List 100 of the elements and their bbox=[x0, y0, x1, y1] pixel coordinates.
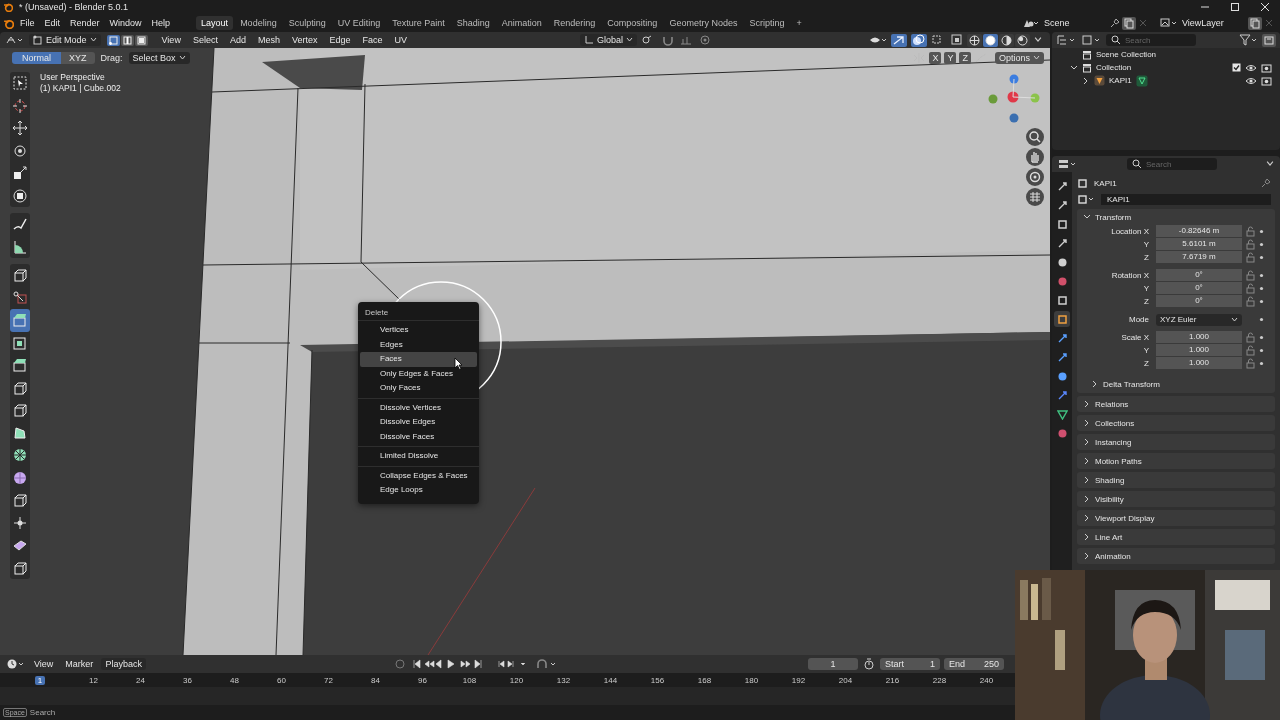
chevron-icon[interactable] bbox=[1083, 457, 1091, 465]
tree-item[interactable]: Collection bbox=[1096, 63, 1132, 72]
keyframe-dot-icon[interactable] bbox=[1259, 317, 1264, 322]
playhead[interactable]: 1 bbox=[35, 675, 45, 685]
panel-title[interactable]: Viewport Display bbox=[1095, 513, 1155, 523]
axis-toggle[interactable]: Y bbox=[944, 52, 957, 64]
menu-item[interactable]: Dissolve Edges bbox=[360, 415, 477, 430]
menu-item[interactable]: Help bbox=[147, 16, 175, 30]
caret-icon[interactable] bbox=[1034, 36, 1042, 44]
menu-item[interactable]: File bbox=[16, 16, 39, 30]
extrude-icon[interactable] bbox=[10, 309, 30, 332]
header-menu[interactable]: Marker bbox=[61, 658, 98, 670]
pin-icon[interactable] bbox=[1261, 178, 1271, 188]
axis-toggle[interactable]: Z bbox=[959, 52, 971, 64]
maximize-icon[interactable] bbox=[1230, 2, 1240, 12]
workspace-tab[interactable]: Modeling bbox=[235, 16, 282, 30]
workspace-tab[interactable]: Scripting bbox=[744, 16, 790, 30]
axis-toggle[interactable]: X bbox=[929, 52, 942, 64]
current-frame-field[interactable]: 1 bbox=[808, 658, 858, 670]
mesh-data-icon[interactable] bbox=[1135, 74, 1148, 87]
vertex-select-icon[interactable] bbox=[106, 34, 120, 46]
editor-type-icon[interactable] bbox=[1058, 158, 1078, 170]
workspace-tab[interactable]: Shading bbox=[451, 16, 495, 30]
start-frame-field[interactable]: Start 1 bbox=[880, 658, 940, 670]
chevron-icon[interactable] bbox=[1083, 419, 1091, 427]
workspace-tab[interactable]: Geometry Nodes bbox=[664, 16, 743, 30]
lock-icon[interactable] bbox=[1246, 296, 1255, 307]
menu-item[interactable]: Dissolve Vertices bbox=[360, 400, 477, 415]
menu-item[interactable]: Faces bbox=[360, 352, 477, 367]
filter-icon[interactable] bbox=[1239, 34, 1259, 46]
workspace-tab[interactable]: Texture Paint bbox=[387, 16, 450, 30]
stopwatch-icon[interactable] bbox=[862, 658, 876, 670]
chevron-icon[interactable] bbox=[1083, 514, 1091, 522]
lock-icon[interactable] bbox=[1246, 252, 1255, 263]
tree-item[interactable]: KAPI1 bbox=[1109, 76, 1132, 85]
caret-icon[interactable] bbox=[1266, 160, 1274, 168]
lock-icon[interactable] bbox=[1246, 226, 1255, 237]
menu-item[interactable]: Only Faces bbox=[360, 381, 477, 396]
mode-dropdown[interactable]: Edit Mode bbox=[29, 34, 101, 46]
lock-icon[interactable] bbox=[1246, 358, 1255, 369]
header-menu[interactable]: Face bbox=[358, 34, 387, 46]
panel-title[interactable]: Transform bbox=[1095, 212, 1132, 222]
orientation-dropdown[interactable]: Global bbox=[580, 34, 637, 46]
panel-title[interactable]: Visibility bbox=[1095, 494, 1124, 504]
menu-item[interactable]: Edge Loops bbox=[360, 483, 477, 498]
wire-sphere-icon[interactable] bbox=[967, 33, 982, 47]
lock-icon[interactable] bbox=[1246, 345, 1255, 356]
header-menu[interactable]: Playback bbox=[101, 658, 146, 670]
keyframe-dot-icon[interactable] bbox=[1259, 242, 1264, 247]
eye-icon[interactable] bbox=[1245, 62, 1257, 73]
panel-title[interactable]: Relations bbox=[1095, 399, 1129, 409]
lock-icon[interactable] bbox=[1246, 239, 1255, 250]
workspace-tab[interactable]: Animation bbox=[496, 16, 547, 30]
checkbox[interactable] bbox=[1232, 63, 1241, 72]
square-icon[interactable] bbox=[1054, 311, 1070, 327]
chevron-icon[interactable] bbox=[1083, 476, 1091, 484]
panel-title[interactable]: Collections bbox=[1095, 418, 1135, 428]
new-collection-icon[interactable] bbox=[1262, 33, 1276, 47]
proportional-icon[interactable] bbox=[699, 34, 711, 46]
number-field[interactable]: 1.000 bbox=[1156, 344, 1242, 357]
number-field[interactable]: 7.6719 m bbox=[1156, 251, 1242, 264]
menu-item[interactable]: Collapse Edges & Faces bbox=[360, 468, 477, 483]
chevron-icon[interactable] bbox=[1083, 552, 1091, 560]
number-field[interactable]: 0° bbox=[1156, 295, 1242, 308]
menu-item[interactable]: Vertices bbox=[360, 323, 477, 338]
half-sphere-icon[interactable] bbox=[999, 33, 1014, 47]
chevron-icon[interactable] bbox=[1083, 495, 1091, 503]
number-field[interactable]: 1.000 bbox=[1156, 357, 1242, 370]
header-menu[interactable]: View bbox=[157, 34, 185, 46]
number-field[interactable]: -0.82646 m bbox=[1156, 225, 1242, 238]
header-menu[interactable]: Mesh bbox=[253, 34, 284, 46]
panel-title[interactable]: Animation bbox=[1095, 551, 1131, 561]
keyframe-dot-icon[interactable] bbox=[1259, 229, 1264, 234]
editor-type-icon[interactable] bbox=[5, 34, 25, 46]
options-dropdown[interactable]: Options bbox=[994, 52, 1044, 64]
face-select-icon[interactable] bbox=[134, 34, 148, 46]
number-field[interactable]: 5.6101 m bbox=[1156, 238, 1242, 251]
menu-item[interactable]: Only Edges & Faces bbox=[360, 366, 477, 381]
mode-dropdown[interactable]: XYZ Euler bbox=[1156, 313, 1242, 326]
menu-item[interactable]: Limited Dissolve bbox=[360, 449, 477, 464]
lock-icon[interactable] bbox=[1246, 270, 1255, 281]
header-menu[interactable]: Edge bbox=[325, 34, 355, 46]
tree-item[interactable]: Scene Collection bbox=[1096, 50, 1157, 59]
xray-icon[interactable] bbox=[951, 34, 963, 46]
lock-icon[interactable] bbox=[1246, 283, 1255, 294]
blender-logo-icon[interactable] bbox=[3, 17, 14, 29]
header-menu[interactable]: View bbox=[30, 658, 58, 670]
keyframe-dot-icon[interactable] bbox=[1259, 286, 1264, 291]
edge-select-icon[interactable] bbox=[120, 34, 134, 46]
panel-title[interactable]: Shading bbox=[1095, 475, 1125, 485]
number-field[interactable]: 0° bbox=[1156, 282, 1242, 295]
orientation-tab[interactable]: Normal bbox=[12, 52, 61, 64]
chevron-icon[interactable] bbox=[1083, 213, 1091, 221]
header-menu[interactable]: Vertex bbox=[287, 34, 322, 46]
number-field[interactable]: 0° bbox=[1156, 269, 1242, 282]
workspace-tab[interactable]: Rendering bbox=[548, 16, 601, 30]
record-icon[interactable] bbox=[392, 658, 407, 670]
workspace-tab[interactable]: Layout bbox=[196, 16, 234, 30]
copy-icon[interactable] bbox=[1248, 16, 1262, 30]
menu-item[interactable]: Window bbox=[105, 16, 146, 30]
